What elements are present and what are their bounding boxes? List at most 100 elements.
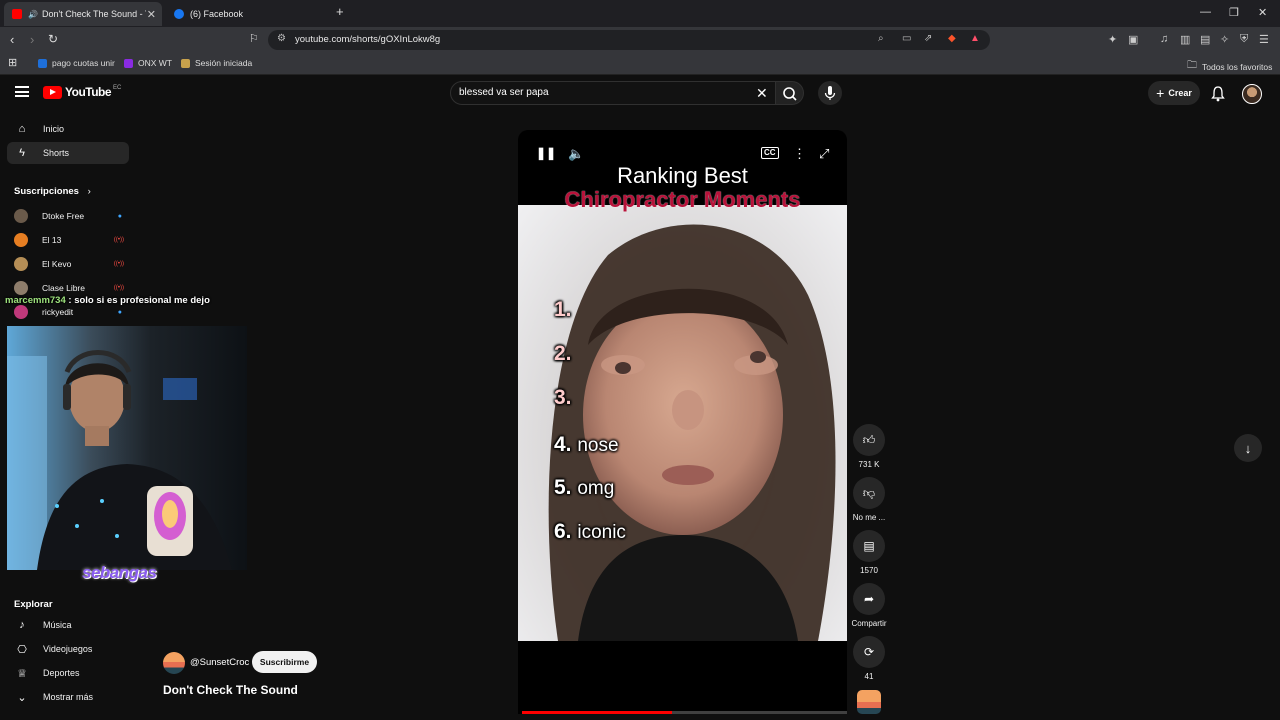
minimize-icon[interactable]: — — [1200, 6, 1211, 18]
bookmark-favicon-icon — [38, 58, 47, 68]
close-window-icon[interactable]: ✕ — [1258, 6, 1267, 19]
rank-number: 4. — [554, 433, 572, 456]
site-info-icon[interactable]: ⚙ — [277, 33, 286, 44]
bookmark-item[interactable]: pago cuotas unir — [38, 58, 115, 68]
voice-search-button[interactable] — [818, 81, 842, 105]
bookmark-item[interactable]: Sesión iniciada — [181, 58, 252, 68]
explore-heading: Explorar — [14, 599, 53, 610]
trophy-icon: ♕ — [17, 667, 27, 680]
volume-icon[interactable]: 🔈 — [568, 146, 584, 162]
apps-grid-icon[interactable]: ⊞ — [8, 56, 17, 69]
media-icon[interactable]: ♫ — [1160, 33, 1168, 45]
home-icon: ⌂ — [18, 123, 26, 135]
leo-ai-icon[interactable]: ✧ — [1220, 33, 1229, 46]
brave-shields-icon[interactable]: ◆ — [948, 33, 956, 44]
rank-word: omg — [577, 478, 615, 499]
sidebar-toggle-icon[interactable]: ▥ — [1180, 33, 1190, 46]
remix-button[interactable]: ⟳ 41 — [848, 636, 890, 681]
search-input[interactable] — [459, 87, 739, 98]
streamer-webcam — [7, 326, 247, 570]
subscription-label: Clase Libre — [42, 283, 85, 293]
all-favorites-folder[interactable]: 🗀 Todos los favoritos — [1187, 58, 1272, 75]
share-page-icon[interactable]: ⇗ — [924, 33, 932, 44]
brave-rewards-icon[interactable]: ▲ — [970, 33, 980, 44]
clear-search-icon[interactable]: ✕ — [756, 85, 768, 102]
subscriptions-heading[interactable]: Suscripciones › — [14, 186, 91, 197]
subscription-label: El 13 — [42, 235, 62, 245]
next-video-button[interactable]: ↓ — [1234, 434, 1262, 462]
video-title[interactable]: Don't Check The Sound — [163, 683, 298, 697]
rank-item: 5. omg — [554, 476, 614, 500]
tab-facebook[interactable]: (6) Facebook — [166, 2, 326, 26]
bookmark-icon[interactable]: ⚐ — [249, 32, 259, 45]
close-tab-icon[interactable]: ✕ — [147, 8, 156, 21]
like-button[interactable]: 👍︎ 731 K — [848, 424, 890, 469]
install-app-icon[interactable]: ▭ — [902, 33, 911, 44]
youtube-logo[interactable]: YouTube EC — [43, 85, 121, 99]
comments-button[interactable]: ▤ 1570 — [848, 530, 890, 575]
folder-icon: 🗀 — [1187, 60, 1197, 71]
url-text[interactable]: youtube.com/shorts/gOXInLokw8g — [295, 34, 440, 45]
sidebar-item-inicio[interactable]: ⌂ Inicio — [7, 118, 129, 140]
plus-icon: + — [1156, 85, 1165, 101]
menu-icon[interactable]: ☰ — [1259, 33, 1269, 46]
zoom-icon[interactable]: ⌕ — [878, 33, 884, 44]
share-label: Compartir — [851, 619, 887, 628]
video-frame[interactable] — [518, 205, 847, 641]
pause-icon[interactable]: ❚❚ — [536, 146, 556, 160]
thumbs-up-icon: 👍︎ — [853, 424, 885, 456]
url-bar[interactable]: ⚙ youtube.com/shorts/gOXInLokw8g ⌕ ▭ ⇗ ◆… — [268, 30, 990, 50]
subscription-item[interactable]: El 13 ((•)) — [14, 231, 124, 249]
share-arrow-icon: ➦ — [853, 583, 885, 615]
channel-name[interactable]: @SunsetCroc — [190, 657, 249, 668]
video-title-overlay-line1: Ranking Best — [617, 163, 748, 188]
channel-avatar[interactable] — [163, 652, 185, 674]
shorts-player[interactable]: ❚❚ 🔈 CC ⋮ ⤢ Ranking Best Chiropractor Mo… — [518, 130, 847, 714]
logo-region: EC — [113, 85, 122, 91]
video-progress-bar[interactable] — [522, 711, 847, 714]
search-button[interactable] — [776, 81, 804, 105]
dislike-button[interactable]: 👎︎ No me ... — [848, 477, 890, 522]
reload-icon[interactable]: ↻ — [48, 32, 58, 46]
rank-item: 1. — [554, 298, 572, 322]
extensions-icon[interactable]: ✦ — [1108, 33, 1117, 46]
chat-username: marcemm734 — [5, 295, 66, 306]
more-options-icon[interactable]: ⋮ — [793, 146, 806, 162]
channel-avatar — [14, 209, 28, 223]
account-avatar[interactable] — [1242, 84, 1262, 104]
crypto-wallet-icon[interactable]: ▤ — [1200, 33, 1210, 46]
guide-menu-icon[interactable] — [15, 86, 29, 97]
bookmark-item[interactable]: ONX WT — [124, 58, 172, 68]
rank-item: 6. iconic — [554, 520, 626, 544]
sidebar-item-label: Deportes — [43, 668, 80, 678]
new-content-dot-icon: ● — [117, 212, 122, 220]
arrow-down-icon: ↓ — [1244, 440, 1252, 456]
sidebar-item-videojuegos[interactable]: ⎔ Videojuegos — [7, 638, 129, 660]
subscribe-button[interactable]: Suscribirme — [252, 651, 317, 673]
create-button[interactable]: + Crear — [1148, 81, 1200, 105]
sidebar-item-shorts[interactable]: ϟ Shorts — [7, 142, 129, 164]
bookmarks-bar: ⊞ pago cuotas unir ONX WT Sesión iniciad… — [0, 53, 1280, 75]
sidebar-item-deportes[interactable]: ♕ Deportes — [7, 662, 129, 684]
tab-youtube[interactable]: 🔊 Don't Check The Sound - You ✕ — [4, 2, 162, 26]
subscription-item[interactable]: El Kevo ((•)) — [14, 255, 124, 273]
restore-icon[interactable]: ❐ — [1229, 6, 1239, 19]
new-tab-button[interactable]: + — [336, 4, 344, 19]
back-icon[interactable]: ‹ — [10, 32, 14, 47]
notifications-bell-icon[interactable] — [1210, 85, 1226, 103]
music-note-icon: ♪ — [19, 619, 25, 631]
chevron-right-icon: › — [87, 186, 91, 197]
sound-avatar-button[interactable] — [848, 690, 890, 714]
subscription-label: Dtoke Free — [42, 211, 85, 221]
forward-icon[interactable]: › — [30, 32, 34, 47]
subscription-item[interactable]: Dtoke Free ● — [14, 207, 122, 225]
sidebar-item-musica[interactable]: ♪ Música — [7, 614, 129, 636]
search-box[interactable]: ✕ — [450, 81, 776, 105]
fullscreen-icon[interactable]: ⤢ — [819, 146, 829, 162]
wallet-icon[interactable]: ▣ — [1128, 33, 1138, 46]
captions-icon[interactable]: CC — [761, 147, 779, 159]
share-button[interactable]: ➦ Compartir — [848, 583, 890, 628]
vpn-icon[interactable]: ⛨ — [1240, 33, 1248, 46]
browser-tab-bar: 🔊 Don't Check The Sound - You ✕ (6) Face… — [0, 0, 1280, 27]
sidebar-item-mostrar-mas[interactable]: ⌄ Mostrar más — [7, 686, 129, 708]
